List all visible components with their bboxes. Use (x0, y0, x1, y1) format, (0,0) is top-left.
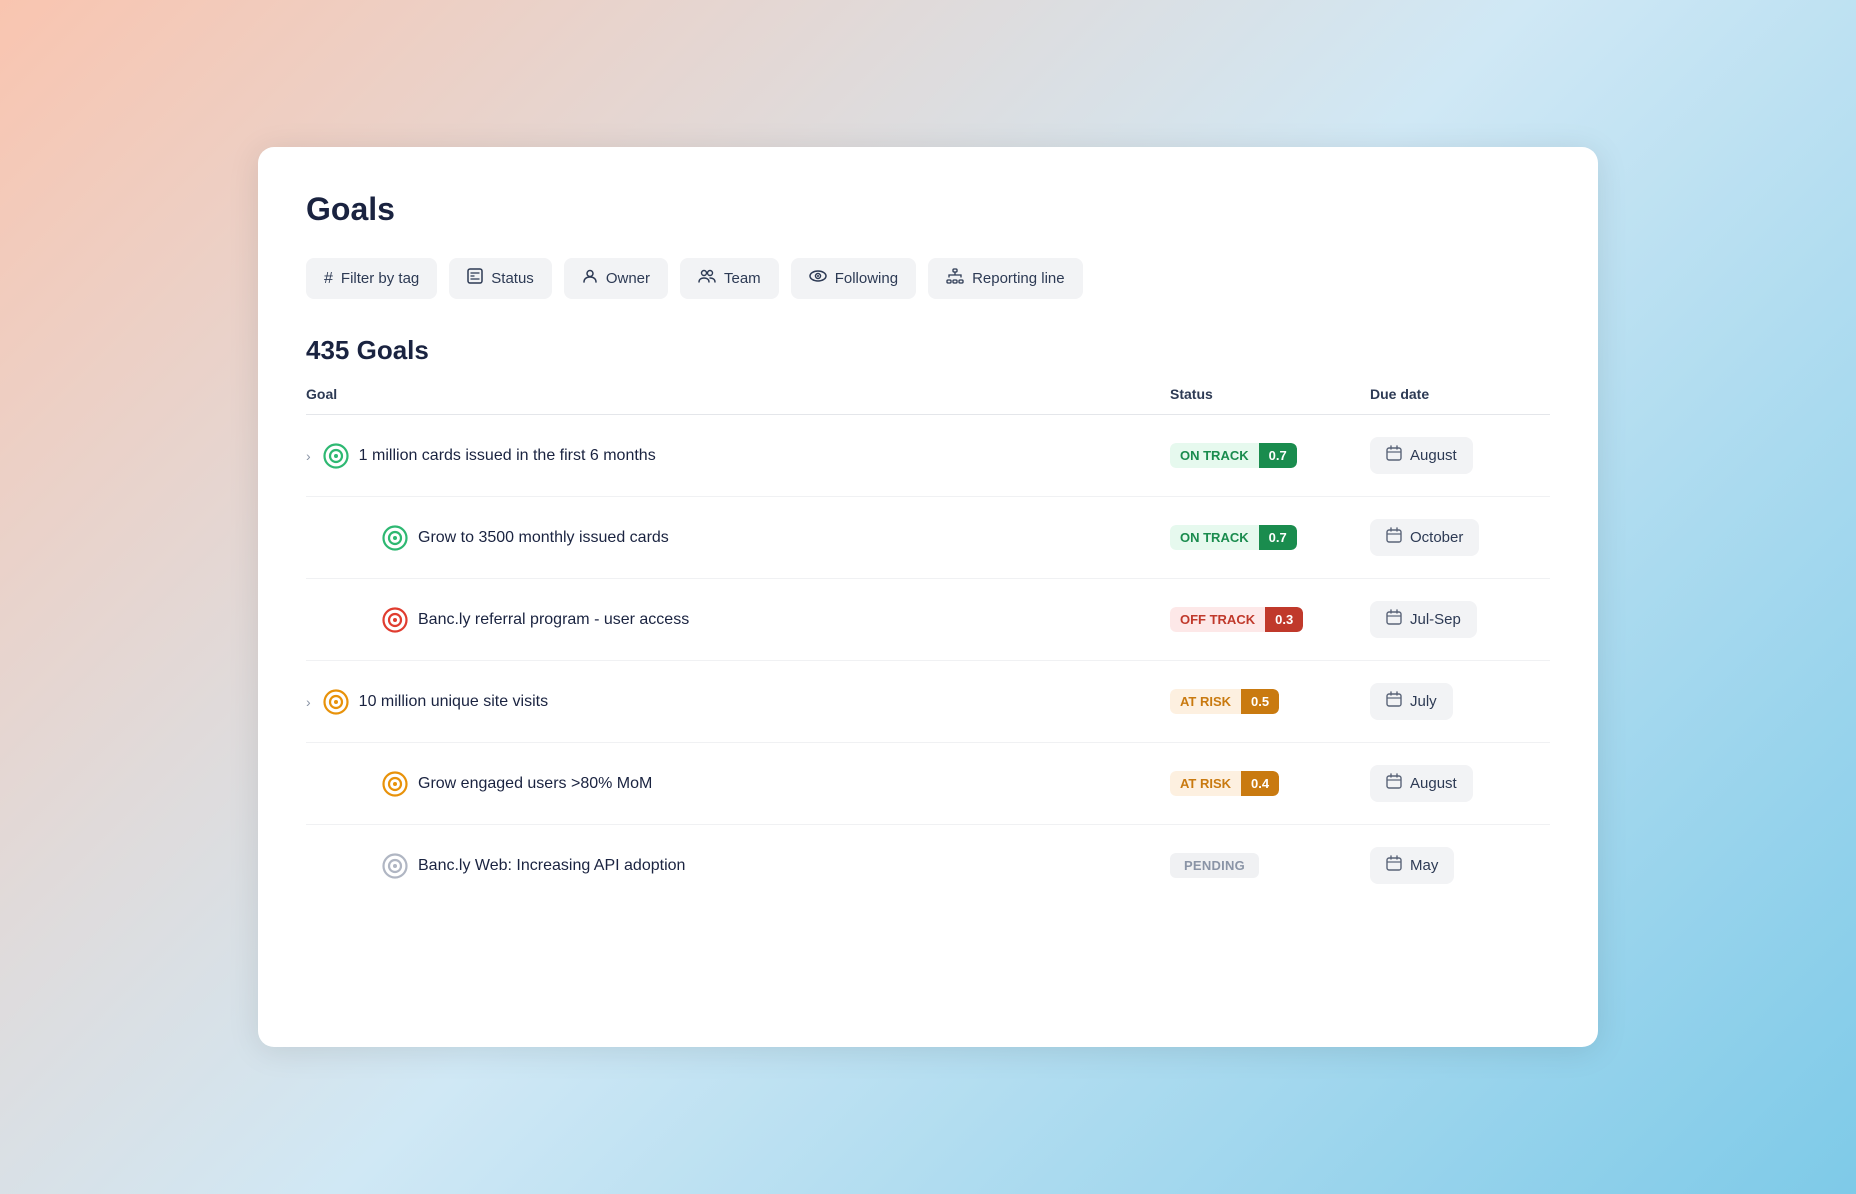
due-date-text: October (1410, 529, 1463, 546)
goal-icon-off-track-circle (382, 607, 408, 633)
due-date-text: May (1410, 857, 1438, 874)
calendar-icon (1386, 773, 1402, 794)
goal-label[interactable]: Banc.ly Web: Increasing API adoption (418, 857, 685, 875)
status-cell: AT RISK 0.5 (1170, 689, 1370, 714)
table-row: › 10 million unique site visits AT RISK … (306, 661, 1550, 743)
filter-owner-button[interactable]: Owner (564, 258, 668, 299)
goal-label[interactable]: Grow engaged users >80% MoM (418, 775, 652, 793)
filter-tag-button[interactable]: # Filter by tag (306, 258, 437, 299)
status-cell: PENDING (1170, 853, 1370, 878)
due-date-cell: Jul-Sep (1370, 601, 1550, 638)
page-title: Goals (306, 191, 1550, 228)
due-date: August (1370, 765, 1473, 802)
hash-icon: # (324, 270, 333, 288)
filter-reporting-button[interactable]: Reporting line (928, 258, 1083, 299)
status-cell: ON TRACK 0.7 (1170, 443, 1370, 468)
goal-icon-at-risk-circle (323, 689, 349, 715)
status-badge: AT RISK 0.4 (1170, 771, 1279, 796)
due-date-text: August (1410, 775, 1457, 792)
due-date-cell: July (1370, 683, 1550, 720)
col-header-due: Due date (1370, 386, 1550, 402)
chevron-icon[interactable]: › (306, 694, 311, 710)
status-badge: AT RISK 0.5 (1170, 689, 1279, 714)
goal-label[interactable]: 1 million cards issued in the first 6 mo… (359, 447, 656, 465)
due-date: Jul-Sep (1370, 601, 1477, 638)
goals-card: Goals # Filter by tag Status Owner (258, 147, 1598, 1047)
status-badge: ON TRACK 0.7 (1170, 443, 1297, 468)
filter-team-button[interactable]: Team (680, 258, 779, 299)
reporting-icon (946, 268, 964, 289)
calendar-icon (1386, 527, 1402, 548)
goal-icon-pending-circle (382, 853, 408, 879)
goal-icon-on-track-circle (382, 525, 408, 551)
goal-label[interactable]: Grow to 3500 monthly issued cards (418, 529, 669, 547)
status-badge: OFF TRACK 0.3 (1170, 607, 1303, 632)
status-cell: OFF TRACK 0.3 (1170, 607, 1370, 632)
goal-name: Banc.ly referral program - user access (306, 607, 1170, 633)
calendar-icon (1386, 691, 1402, 712)
goal-name: › 10 million unique site visits (306, 689, 1170, 715)
due-date: October (1370, 519, 1479, 556)
due-date-cell: August (1370, 765, 1550, 802)
team-icon (698, 268, 716, 289)
table-row: Grow to 3500 monthly issued cards ON TRA… (306, 497, 1550, 579)
goal-label[interactable]: Banc.ly referral program - user access (418, 611, 689, 629)
goals-count: 435 Goals (306, 335, 1550, 366)
due-date-cell: May (1370, 847, 1550, 884)
status-cell: ON TRACK 0.7 (1170, 525, 1370, 550)
table-row: Banc.ly Web: Increasing API adoption PEN… (306, 825, 1550, 906)
col-header-goal: Goal (306, 386, 1170, 402)
goal-name: › 1 million cards issued in the first 6 … (306, 443, 1170, 469)
due-date: August (1370, 437, 1473, 474)
table-header: Goal Status Due date (306, 386, 1550, 415)
due-date-text: August (1410, 447, 1457, 464)
table-row: Banc.ly referral program - user access O… (306, 579, 1550, 661)
goal-icon-on-track-circle (323, 443, 349, 469)
goal-name: Grow to 3500 monthly issued cards (306, 525, 1170, 551)
table-row: › 1 million cards issued in the first 6 … (306, 415, 1550, 497)
filter-following-button[interactable]: Following (791, 258, 916, 299)
calendar-icon (1386, 609, 1402, 630)
owner-icon (582, 268, 598, 289)
status-badge: PENDING (1170, 853, 1259, 878)
filter-bar: # Filter by tag Status Owner (306, 258, 1550, 299)
due-date-cell: October (1370, 519, 1550, 556)
col-header-status: Status (1170, 386, 1370, 402)
goals-list: › 1 million cards issued in the first 6 … (306, 415, 1550, 906)
calendar-icon (1386, 855, 1402, 876)
goal-name: Grow engaged users >80% MoM (306, 771, 1170, 797)
goal-icon-at-risk-circle (382, 771, 408, 797)
eye-icon (809, 269, 827, 288)
due-date-cell: August (1370, 437, 1550, 474)
due-date: July (1370, 683, 1453, 720)
status-badge: ON TRACK 0.7 (1170, 525, 1297, 550)
calendar-icon (1386, 445, 1402, 466)
goal-label[interactable]: 10 million unique site visits (359, 693, 548, 711)
status-cell: AT RISK 0.4 (1170, 771, 1370, 796)
due-date: May (1370, 847, 1454, 884)
filter-status-button[interactable]: Status (449, 258, 552, 299)
status-icon (467, 268, 483, 289)
chevron-icon[interactable]: › (306, 448, 311, 464)
due-date-text: July (1410, 693, 1437, 710)
table-row: Grow engaged users >80% MoM AT RISK 0.4 … (306, 743, 1550, 825)
goal-name: Banc.ly Web: Increasing API adoption (306, 853, 1170, 879)
due-date-text: Jul-Sep (1410, 611, 1461, 628)
